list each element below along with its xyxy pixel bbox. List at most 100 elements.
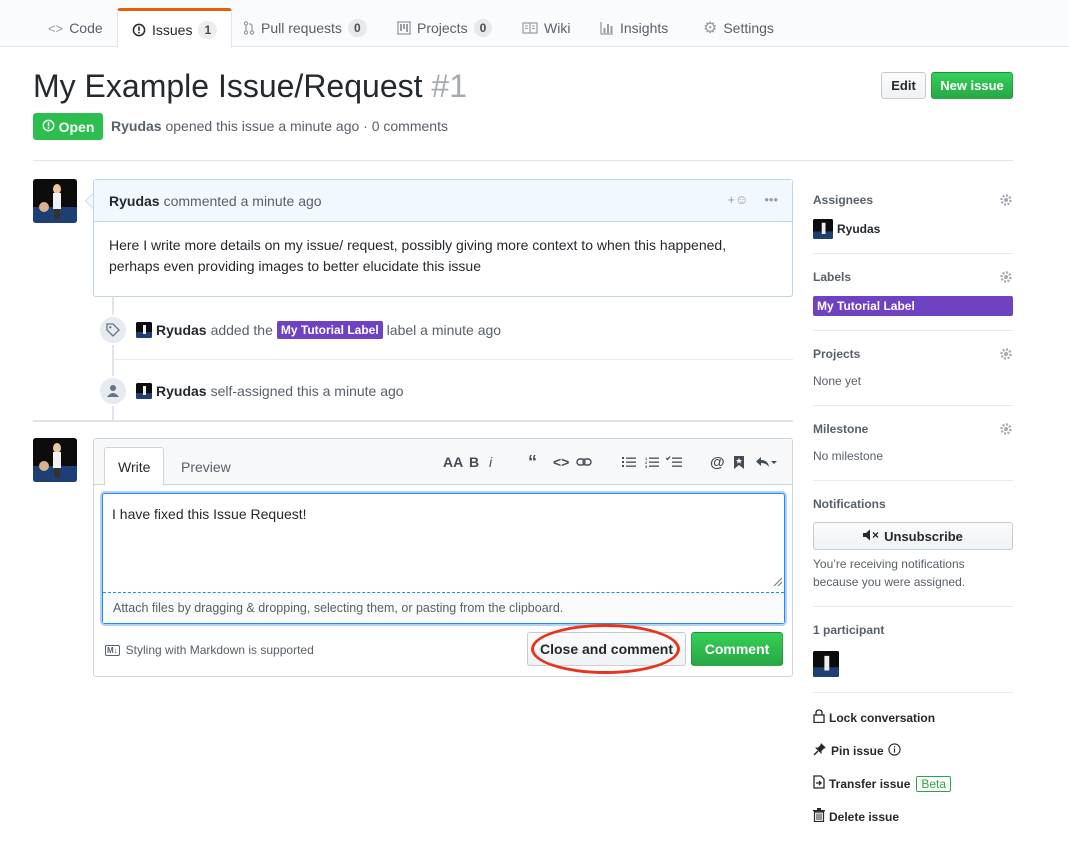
avatar[interactable] (33, 179, 77, 223)
git-pull-request-icon (243, 21, 255, 35)
tag-icon (98, 315, 128, 345)
gear-icon[interactable] (999, 193, 1013, 210)
tab-label: Wiki (544, 20, 571, 36)
status-badge: Open (33, 113, 103, 140)
resize-grip-icon[interactable] (772, 576, 782, 586)
meta-text: opened this issue a minute ago · 0 comme… (165, 118, 448, 134)
graph-icon (600, 21, 614, 35)
transfer-issue-link[interactable]: Transfer issue Beta (813, 775, 952, 792)
issue-opened-icon (132, 23, 146, 37)
lock-label: Lock conversation (829, 710, 936, 725)
lock-conversation-link[interactable]: Lock conversation (813, 709, 935, 726)
tab-code[interactable]: <> Code (34, 8, 117, 48)
reply-icon[interactable] (755, 453, 777, 471)
comment-actions: +☺ ••• (727, 192, 778, 207)
avatar[interactable] (136, 383, 152, 399)
avatar[interactable] (136, 322, 152, 338)
italic-icon[interactable]: i (489, 453, 492, 471)
projects-heading[interactable]: Projects (813, 347, 860, 361)
delete-issue-link[interactable]: Delete issue (813, 808, 899, 825)
tab-label: Issues (152, 21, 193, 38)
markdown-note[interactable]: M↓ Styling with Markdown is supported (105, 643, 314, 657)
tab-projects[interactable]: Projects 0 (383, 8, 506, 48)
event-user[interactable]: Ryudas (156, 322, 207, 338)
pulls-counter: 0 (347, 19, 367, 37)
edit-button[interactable]: Edit (881, 72, 926, 99)
tab-label: Pull requests (261, 20, 342, 36)
kebab-menu-icon[interactable]: ••• (764, 192, 778, 207)
issue-number: #1 (431, 68, 467, 104)
tab-pull-requests[interactable]: Pull requests 0 (229, 8, 381, 48)
header-text-icon[interactable]: AA (443, 453, 463, 471)
task-list-icon[interactable] (666, 453, 682, 471)
notif-reason-2: because you were assigned. (813, 575, 966, 589)
delete-label: Delete issue (829, 809, 900, 824)
project-icon (397, 21, 411, 35)
code-icon: <> (48, 20, 64, 36)
pin-icon (813, 742, 827, 759)
avatar (813, 219, 833, 239)
assignee-item[interactable]: Ryudas (813, 219, 880, 239)
tab-write[interactable]: Write (104, 447, 165, 486)
comment-button[interactable]: Comment (691, 632, 783, 666)
assignees-heading[interactable]: Assignees (813, 193, 873, 207)
event-divider (113, 359, 793, 360)
event-user[interactable]: Ryudas (156, 383, 207, 399)
event-text: self-assigned this a minute ago (210, 383, 404, 399)
svg-text:3: 3 (645, 464, 648, 468)
gear-icon[interactable] (999, 347, 1013, 364)
attach-files-hint[interactable]: Attach files by dragging & dropping, sel… (103, 592, 784, 623)
notif-reason-1: You’re receiving notifications (813, 557, 965, 571)
info-icon[interactable] (888, 742, 901, 759)
mention-icon[interactable]: @ (710, 453, 725, 471)
unordered-list-icon[interactable] (622, 453, 636, 471)
annotation-ellipse (531, 624, 680, 674)
add-reaction-icon[interactable]: +☺ (727, 192, 748, 207)
comment-time[interactable]: commented a minute ago (164, 193, 322, 209)
event-text: label a minute ago (386, 322, 502, 338)
projects-value: None yet (813, 374, 862, 388)
bookmark-icon[interactable] (734, 453, 744, 471)
gear-icon[interactable] (999, 422, 1013, 439)
sidebar-divider (813, 405, 1013, 406)
comment-textarea-value: I have fixed this Issue Request! (112, 506, 307, 522)
comment-textarea[interactable]: I have fixed this Issue Request! Attach … (102, 493, 785, 624)
tab-wiki[interactable]: Wiki (508, 8, 584, 48)
sidebar-divider (813, 606, 1013, 607)
labels-heading[interactable]: Labels (813, 270, 851, 284)
avatar[interactable] (33, 438, 77, 482)
label-event: Ryudas added the My Tutorial Label label… (98, 315, 501, 345)
bold-icon[interactable]: B (469, 453, 479, 471)
sidebar-divider (813, 692, 1013, 693)
code-icon[interactable]: <> (553, 453, 569, 471)
issue-comment: Ryudas commented a minute ago +☺ ••• Her… (93, 179, 793, 297)
comment-body: Here I write more details on my issue/ r… (109, 237, 727, 274)
issues-counter: 1 (198, 20, 218, 39)
quote-icon[interactable]: “ (528, 452, 537, 472)
participants-heading: 1 participant (813, 623, 885, 637)
milestone-value: No milestone (813, 449, 884, 463)
comment-author[interactable]: Ryudas (109, 193, 160, 209)
tab-insights[interactable]: Insights (586, 8, 682, 48)
event-text: added the (210, 322, 273, 338)
link-icon[interactable] (576, 453, 592, 471)
transfer-label: Transfer issue (829, 776, 911, 791)
unsubscribe-button[interactable]: Unsubscribe (813, 522, 1013, 550)
issue-label[interactable]: My Tutorial Label (276, 321, 383, 339)
ordered-list-icon[interactable]: 123 (645, 453, 659, 471)
tab-preview[interactable]: Preview (168, 447, 244, 486)
repo-tabnav: <> Code Issues 1 Pull requests 0 Project… (0, 0, 1069, 48)
status-text: Open (58, 118, 95, 135)
tab-label: Projects (417, 20, 468, 36)
gear-icon[interactable] (999, 270, 1013, 287)
new-issue-button[interactable]: New issue (931, 72, 1013, 99)
tab-settings[interactable]: ⚙ Settings (689, 8, 788, 48)
issue-meta: Ryudas opened this issue a minute ago · … (111, 118, 448, 134)
author-link[interactable]: Ryudas (111, 118, 162, 134)
pin-issue-link[interactable]: Pin issue (813, 742, 901, 759)
participant-avatar[interactable] (813, 651, 839, 677)
sidebar-label[interactable]: My Tutorial Label (813, 296, 1013, 316)
transfer-icon (813, 775, 825, 792)
tab-issues[interactable]: Issues 1 (117, 8, 233, 48)
milestone-heading[interactable]: Milestone (813, 422, 868, 436)
